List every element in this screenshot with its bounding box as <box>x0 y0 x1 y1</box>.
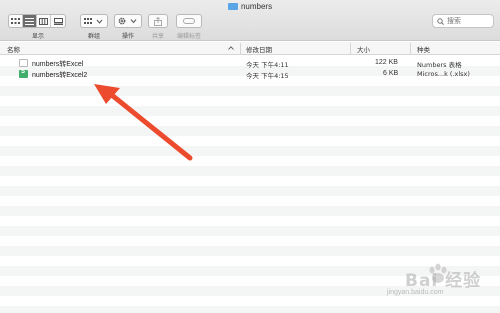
watermark-brand: Bai 经验 <box>405 271 482 291</box>
watermark-url: jingyan.baidu.com <box>387 289 444 296</box>
